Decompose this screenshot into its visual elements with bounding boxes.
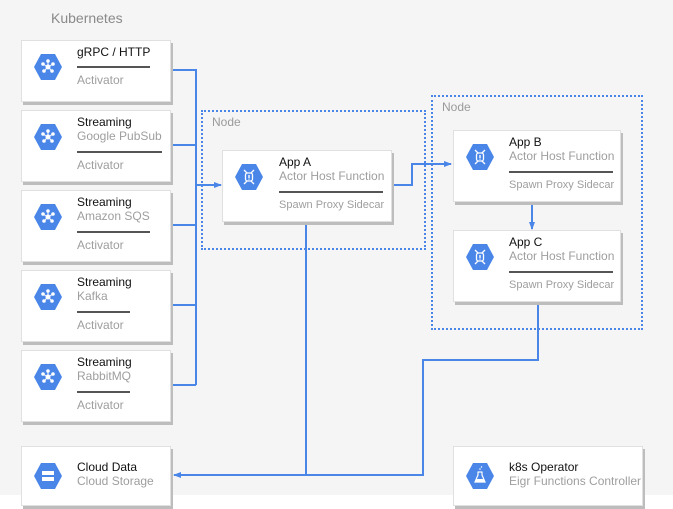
hub-icon [34,54,62,80]
card-subtitle: Kafka [77,289,108,303]
storage-icon [34,463,62,489]
card-footer: Spawn Proxy Sidecar [509,179,615,191]
card-title: Streaming [77,275,132,289]
card-title: App B [509,135,542,149]
storage-card[interactable]: Cloud Data Cloud Storage [21,446,171,506]
card-title: Streaming [77,355,132,369]
activator-card-grpc[interactable]: gRPC / HTTP Activator [21,40,171,102]
card-title: App A [279,155,312,169]
app-card-b[interactable]: App B Actor Host Function Spawn Proxy Si… [453,130,621,202]
hub-icon [34,364,62,390]
activator-card-kafka[interactable]: Streaming Kafka Activator [21,270,171,342]
card-title: Streaming [77,195,132,209]
card-footer: Activator [77,238,124,252]
divider [279,191,383,193]
card-subtitle: Actor Host Function [509,149,615,163]
hub-icon [34,284,62,310]
wire-grpc [171,69,197,385]
container-icon [466,244,494,270]
card-footer: Activator [77,318,124,332]
card-title: Streaming [77,115,132,129]
card-subtitle: Actor Host Function [509,249,615,263]
card-subtitle: Amazon SQS [77,209,150,223]
app-card-a[interactable]: App A Actor Host Function Spawn Proxy Si… [222,150,392,222]
divider [77,66,150,68]
operator-card[interactable]: k8s Operator Eigr Functions Controller [453,446,643,506]
card-footer: Spawn Proxy Sidecar [509,279,615,291]
app-card-c[interactable]: App C Actor Host Function Spawn Proxy Si… [453,230,621,302]
card-title: App C [509,235,543,249]
card-footer: Spawn Proxy Sidecar [279,199,385,211]
hub-icon [34,204,62,230]
divider [77,151,162,153]
divider [509,271,613,273]
container-icon [235,164,263,190]
card-subtitle: Eigr Functions Controller [509,474,642,488]
divider [77,231,150,233]
card-title: gRPC / HTTP [77,45,151,59]
activator-card-pubsub[interactable]: Streaming Google PubSub Activator [21,110,171,182]
card-subtitle: RabbitMQ [77,369,132,383]
card-footer: Activator [77,158,124,172]
card-subtitle: Google PubSub [77,129,162,143]
divider [77,391,130,393]
wire-a-to-b [392,161,452,186]
container-icon [466,144,494,170]
divider [509,171,613,173]
card-footer: Activator [77,398,124,412]
flask-icon [466,463,494,489]
activator-card-sqs[interactable]: Streaming Amazon SQS Activator [21,190,171,262]
activator-card-rabbitmq[interactable]: Streaming RabbitMQ Activator [21,350,171,422]
divider [77,311,130,313]
card-subtitle: Cloud Storage [77,474,154,488]
card-title: k8s Operator [509,460,579,474]
card-title: Cloud Data [77,460,138,474]
card-subtitle: Actor Host Function [279,169,385,183]
hub-icon [34,124,62,150]
card-footer: Activator [77,73,124,87]
